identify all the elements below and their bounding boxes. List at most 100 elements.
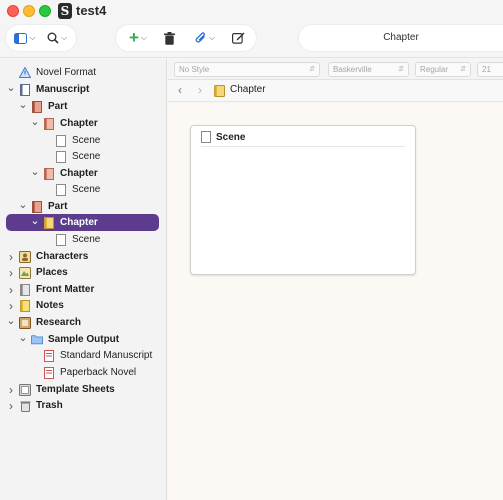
corkboard: Scene — [168, 103, 503, 500]
chapter-icon — [43, 167, 55, 180]
style-select[interactable]: No Style ⇵ — [174, 62, 320, 77]
binder-item-notes[interactable]: › Notes — [0, 297, 167, 314]
binder-item-part[interactable]: ⌄ Part — [0, 198, 167, 215]
delete-button[interactable] — [162, 29, 176, 47]
attach-button[interactable]: ⌵ — [192, 29, 218, 47]
part-icon — [31, 200, 43, 213]
weight-select[interactable]: Regular ⇵ — [415, 62, 471, 77]
disclosure-expanded-icon[interactable]: ⌄ — [18, 198, 28, 211]
binder-item-label: Trash — [36, 400, 63, 411]
disclosure-expanded-icon[interactable]: ⌄ — [6, 314, 16, 327]
chevron-down-icon: ⌵ — [208, 33, 216, 42]
plus-icon: + — [128, 28, 139, 47]
minimize-window-button[interactable] — [23, 5, 35, 17]
disclosure-collapsed-icon[interactable]: › — [6, 383, 16, 397]
binder-item-trash[interactable]: › Trash — [0, 397, 167, 414]
search-button[interactable]: ⌵ — [44, 29, 70, 47]
research-icon — [19, 316, 31, 329]
front-matter-icon — [19, 283, 31, 296]
disclosure-expanded-icon[interactable]: ⌄ — [6, 81, 16, 94]
chevron-down-icon: ⌵ — [60, 33, 68, 42]
binder-item-chapter[interactable]: ⌄ Chapter — [6, 214, 159, 231]
forward-button[interactable]: › — [198, 83, 202, 97]
disclosure-collapsed-icon[interactable]: › — [6, 283, 16, 297]
document-icon — [55, 183, 67, 196]
folder-icon — [43, 216, 55, 229]
back-button[interactable]: ‹ — [178, 83, 182, 97]
disclosure-expanded-icon[interactable]: ⌄ — [30, 214, 40, 227]
editor-nav-bar: ‹ › Chapter — [168, 80, 503, 102]
binder-sidebar: Novel Format ⌄ Manuscript ⌄ Part ⌄ Chapter Scen… — [0, 59, 167, 500]
compose-icon — [231, 32, 244, 44]
binder-item-paperback-novel[interactable]: Paperback Novel — [0, 364, 167, 381]
binder-item-standard-manuscript[interactable]: Standard Manuscript — [0, 347, 167, 364]
binder-item-label: Research — [36, 317, 82, 328]
pdf-icon — [43, 366, 55, 379]
places-icon — [19, 266, 31, 279]
weight-select-value: Regular — [420, 65, 449, 74]
binder-item-label: Novel Format — [36, 67, 97, 78]
document-icon — [201, 131, 211, 143]
binder-item-label: Places — [36, 267, 68, 278]
binder-item-front-matter[interactable]: › Front Matter — [0, 281, 167, 298]
index-card-header: Scene — [201, 131, 245, 143]
disclosure-expanded-icon[interactable]: ⌄ — [30, 165, 40, 178]
binder-item-places[interactable]: › Places — [0, 264, 167, 281]
view-controls-group: ⌵ ⌵ — [6, 25, 76, 51]
index-card[interactable]: Scene — [190, 125, 416, 275]
binder-item-label: Template Sheets — [36, 384, 115, 395]
app-icon: S — [58, 3, 72, 19]
trash-icon — [19, 400, 31, 412]
binder-item-label: Chapter — [60, 217, 98, 228]
binder-item-characters[interactable]: › Characters — [0, 248, 167, 265]
disclosure-collapsed-icon[interactable]: › — [6, 250, 16, 264]
document-icon — [55, 134, 67, 147]
binder-item-scene[interactable]: Scene — [0, 231, 167, 248]
binder-item-label: Standard Manuscript — [60, 350, 153, 361]
disclosure-expanded-icon[interactable]: ⌄ — [30, 115, 40, 128]
binder-item-label: Chapter — [60, 118, 98, 129]
sidebar-layout-icon — [14, 32, 28, 44]
disclosure-expanded-icon[interactable]: ⌄ — [18, 98, 28, 111]
close-window-button[interactable] — [7, 5, 19, 17]
select-arrows-icon: ⇵ — [460, 66, 466, 73]
font-select[interactable]: Baskerville ⇵ — [328, 62, 409, 77]
disclosure-collapsed-icon[interactable]: › — [6, 266, 16, 280]
binder-item-scene[interactable]: Scene — [0, 132, 167, 149]
binder-item-template-sheets[interactable]: › Template Sheets — [0, 381, 167, 398]
chapter-icon — [43, 117, 55, 130]
document-actions-group: + ⌵ ⌵ — [116, 25, 256, 51]
font-size-field[interactable]: 21 — [477, 62, 503, 77]
pdf-icon — [43, 349, 55, 362]
disclosure-collapsed-icon[interactable]: › — [6, 299, 16, 313]
add-button[interactable]: + ⌵ — [124, 29, 152, 47]
binder-item-part[interactable]: ⌄ Part — [0, 98, 167, 115]
binder-item-chapter[interactable]: ⌄ Chapter — [0, 165, 167, 182]
binder-item-scene[interactable]: Scene — [0, 181, 167, 198]
disclosure-expanded-icon[interactable]: ⌄ — [18, 331, 28, 344]
binder-item-label: Paperback Novel — [60, 367, 137, 378]
chevron-down-icon: ⌵ — [140, 33, 147, 42]
binder-item-scene[interactable]: Scene — [0, 148, 167, 165]
maximize-window-button[interactable] — [39, 5, 51, 17]
binder-item-label: Manuscript — [36, 84, 90, 95]
binder-item-sample-output[interactable]: ⌄ Sample Output — [0, 331, 167, 348]
blue-folder-icon — [31, 334, 43, 346]
binder-item-novel-format[interactable]: Novel Format — [0, 64, 167, 81]
compose-button[interactable] — [230, 29, 246, 47]
view-mode-button[interactable]: ⌵ — [13, 29, 37, 47]
chevron-down-icon: ⌵ — [29, 33, 36, 42]
document-icon — [55, 150, 67, 163]
binder-item-manuscript[interactable]: ⌄ Manuscript — [0, 81, 167, 98]
binder-item-chapter[interactable]: ⌄ Chapter — [0, 115, 167, 132]
template-icon — [19, 383, 31, 396]
style-select-value: No Style — [179, 65, 210, 74]
binder-item-research[interactable]: ⌄ Research — [0, 314, 167, 331]
chapter-folder-icon — [214, 85, 225, 97]
disclosure-collapsed-icon[interactable]: › — [6, 399, 16, 413]
binder-item-label: Front Matter — [36, 284, 95, 295]
binder-item-label: Notes — [36, 300, 64, 311]
part-icon — [31, 100, 43, 113]
format-bar: No Style ⇵ Baskerville ⇵ Regular ⇵ 21 — [168, 59, 503, 80]
window-title: test4 — [76, 3, 107, 18]
